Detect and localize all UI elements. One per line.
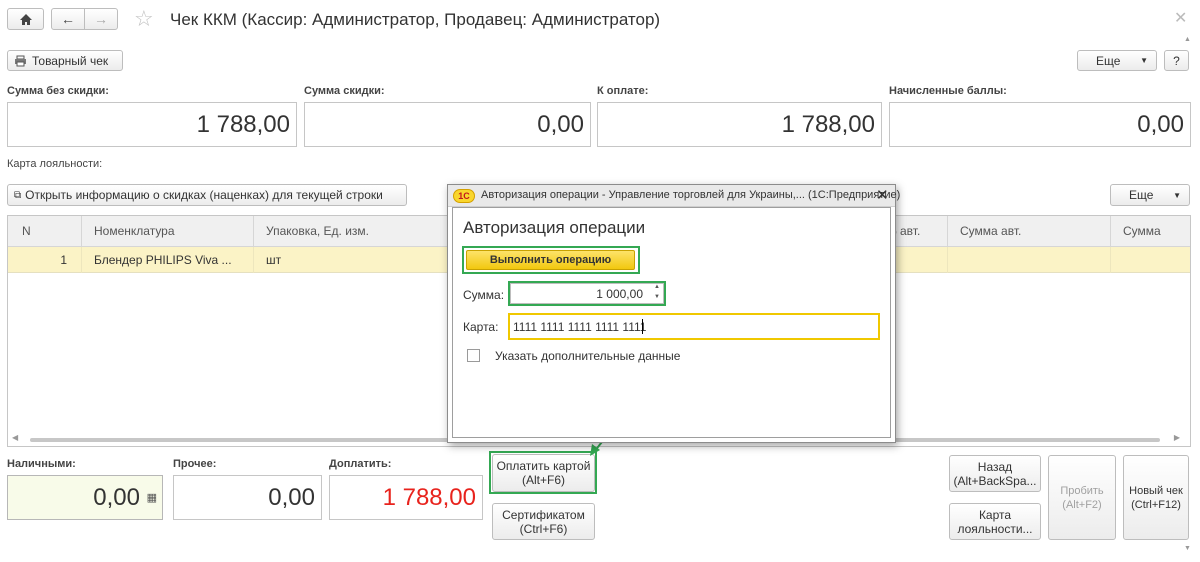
sum-without-discount-label: Сумма без скидки: (7, 85, 109, 97)
page-title: Чек ККМ (Кассир: Администратор, Продавец… (170, 10, 661, 29)
dialog-body: Авторизация операции Выполнить операцию … (452, 207, 891, 438)
new-receipt-label: Новый чек (1129, 484, 1183, 497)
extra-data-label[interactable]: Указать дополнительные данные (495, 349, 680, 363)
back-label: Назад (977, 459, 1013, 474)
scroll-left-icon[interactable]: ◀ (12, 433, 18, 442)
discount-sum-value: 0,00 (537, 110, 584, 138)
sum-field-label: Сумма: (463, 288, 505, 302)
loyalty-card-label: Карта лояльности: (7, 158, 103, 170)
printer-icon (15, 55, 26, 66)
table-more-label: Еще (1129, 188, 1154, 202)
arrow-right-icon: → (94, 11, 108, 27)
help-button[interactable]: ? (1164, 50, 1189, 71)
new-receipt-shortcut: (Ctrl+F12) (1131, 498, 1181, 511)
surcharge-label: Доплатить: (329, 458, 392, 470)
text-cursor (642, 319, 643, 334)
close-form-icon[interactable]: ✕ (1174, 8, 1187, 28)
arrow-left-icon: ← (61, 11, 75, 27)
table-more-button[interactable]: Еще ▼ (1110, 184, 1190, 206)
other-value: 0,00 (268, 483, 315, 511)
column-header-unit[interactable]: Упаковка, Ед. изм. (254, 216, 454, 247)
calculator-icon[interactable]: ▦ (147, 491, 157, 504)
certificate-shortcut: (Ctrl+F6) (519, 521, 568, 536)
certificate-button[interactable]: Сертификатом (Ctrl+F6) (492, 503, 595, 540)
discount-info-button[interactable]: ⧉ Открыть информацию о скидках (наценках… (7, 184, 407, 206)
column-header-item[interactable]: Номенклатура (82, 216, 254, 247)
row-number: 1 (8, 247, 82, 273)
home-button[interactable] (7, 8, 44, 30)
app-logo-icon: 1С (453, 189, 475, 203)
row-sum (1111, 247, 1190, 273)
chevron-down-icon: ▼ (1140, 56, 1148, 65)
sum-without-discount-value: 1 788,00 (196, 110, 290, 138)
accrued-points-value: 0,00 (1137, 110, 1184, 138)
dialog-window-title: Авторизация операции - Управление торгов… (481, 189, 901, 201)
chevron-down-icon: ▼ (1173, 190, 1181, 200)
accrued-points-field: 0,00 (889, 102, 1191, 147)
dialog-heading: Авторизация операции (463, 218, 646, 237)
cash-label: Наличными: (7, 458, 76, 470)
column-header-auto-sum[interactable]: Сумма авт. (948, 216, 1111, 247)
open-window-icon: ⧉ (14, 189, 22, 201)
surcharge-field: 1 788,00 (329, 475, 483, 520)
certificate-label: Сертификатом (502, 507, 585, 522)
card-field-label: Карта: (463, 320, 499, 334)
back-button[interactable]: Назад (Alt+BackSpa... (949, 455, 1041, 492)
sales-receipt-label: Товарный чек (32, 53, 109, 68)
discount-info-label: Открыть информацию о скидках (наценках) … (25, 188, 383, 202)
sum-without-discount-field: 1 788,00 (7, 102, 297, 147)
discount-sum-label: Сумма скидки: (304, 85, 385, 97)
punch-shortcut: (Alt+F2) (1062, 498, 1102, 511)
row-auto-sum (948, 247, 1111, 273)
dialog-titlebar[interactable]: 1С Авторизация операции - Управление тор… (448, 185, 900, 207)
row-unit: шт (254, 247, 454, 273)
sales-receipt-button[interactable]: Товарный чек (7, 50, 123, 71)
punch-button[interactable]: Пробить (Alt+F2) (1048, 455, 1116, 540)
dialog-close-icon[interactable]: ✕ (876, 186, 889, 204)
more-menu-label: Еще (1096, 53, 1121, 68)
new-receipt-button[interactable]: Новый чек (Ctrl+F12) (1123, 455, 1189, 540)
back-nav-button[interactable]: ← (51, 8, 85, 30)
to-pay-value: 1 788,00 (781, 110, 875, 138)
row-item-name: Блендер PHILIPS Viva ... (82, 247, 254, 273)
authorization-dialog: 1С Авторизация операции - Управление тор… (447, 184, 900, 443)
column-header-sum[interactable]: Сумма (1111, 216, 1190, 247)
extra-data-checkbox[interactable] (467, 349, 480, 362)
help-label: ? (1173, 53, 1180, 68)
to-pay-label: К оплате: (597, 85, 649, 97)
forward-nav-button[interactable]: → (84, 8, 118, 30)
to-pay-field: 1 788,00 (597, 102, 882, 147)
scroll-down-icon[interactable]: ▼ (1184, 545, 1191, 552)
surcharge-value: 1 788,00 (382, 483, 476, 511)
more-menu-button[interactable]: Еще ▼ (1077, 50, 1157, 71)
accrued-points-label: Начисленные баллы: (889, 85, 1007, 97)
home-icon (19, 13, 32, 25)
highlight-execute-button (462, 246, 640, 274)
discount-sum-field: 0,00 (304, 102, 591, 147)
other-label: Прочее: (173, 458, 217, 470)
cash-value: 0,00 (93, 483, 140, 511)
highlight-sum-input (508, 281, 666, 306)
loyalty-card-button[interactable]: Карта лояльности... (949, 503, 1041, 540)
punch-label: Пробить (1060, 484, 1104, 497)
column-header-n[interactable]: N (8, 216, 82, 247)
other-field: 0,00 (173, 475, 322, 520)
scroll-up-icon[interactable]: ▲ (1184, 36, 1191, 43)
scroll-right-icon[interactable]: ▶ (1174, 433, 1180, 442)
loyalty-card-button-line1: Карта (978, 507, 1012, 522)
loyalty-card-button-line2: лояльности... (957, 521, 1033, 536)
back-shortcut: (Alt+BackSpa... (953, 473, 1037, 488)
card-input-value: 1111 1111 1111 1111 1111 (513, 320, 647, 334)
card-input[interactable]: 1111 1111 1111 1111 1111 (508, 313, 880, 340)
cash-field[interactable]: 0,00 ▦ (7, 475, 163, 520)
favorite-star-icon[interactable]: ☆ (134, 6, 154, 32)
